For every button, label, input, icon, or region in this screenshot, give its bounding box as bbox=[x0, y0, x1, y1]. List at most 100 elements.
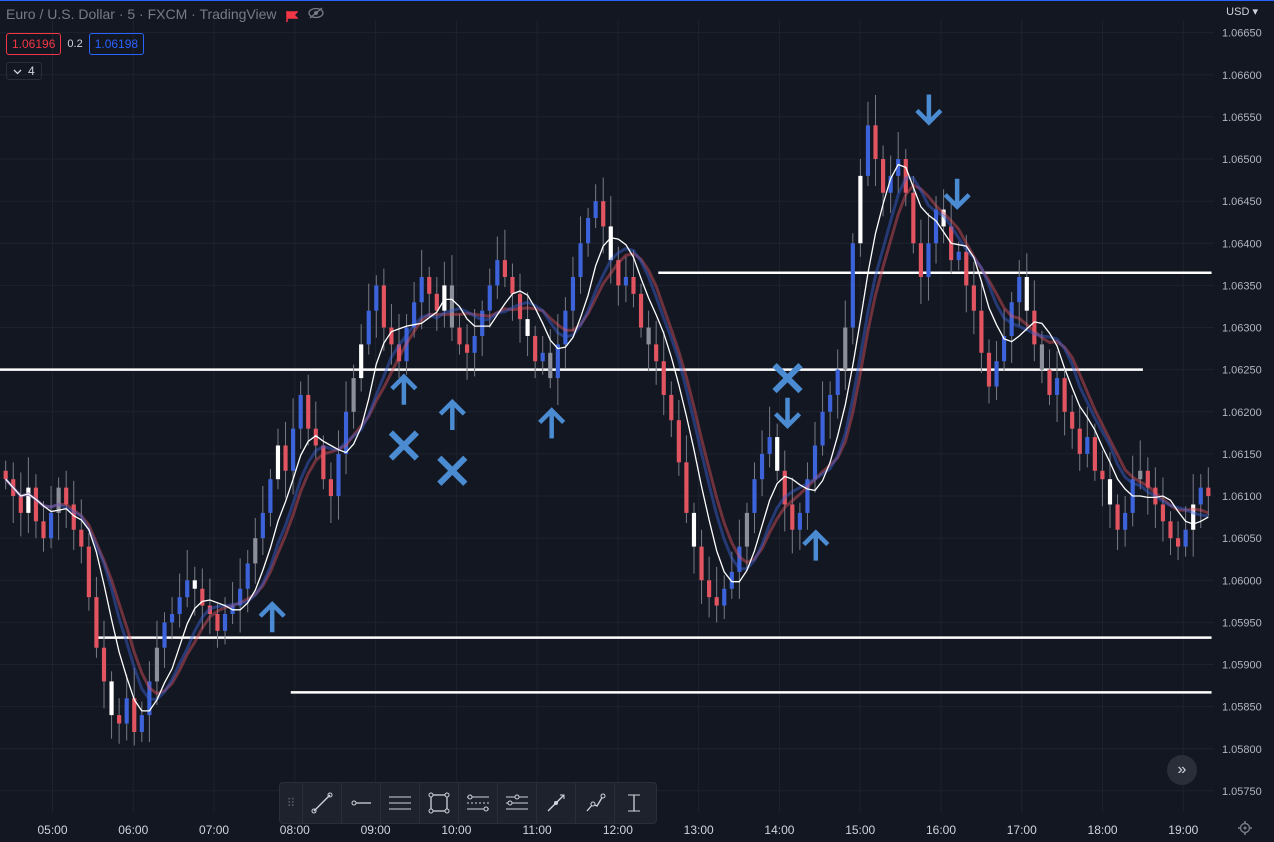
candle-body bbox=[812, 445, 818, 480]
candle-body bbox=[1100, 470, 1105, 480]
candle-body bbox=[86, 546, 91, 598]
measure-icon[interactable] bbox=[614, 783, 653, 823]
horizontal-ray-icon[interactable] bbox=[341, 783, 380, 823]
pitchfork-icon[interactable] bbox=[497, 783, 536, 823]
candle-body bbox=[964, 251, 969, 286]
arrow-down-icon bbox=[915, 94, 943, 126]
candle-body bbox=[880, 159, 886, 193]
candle-body bbox=[154, 647, 160, 682]
time-tick-label: 18:00 bbox=[1088, 823, 1118, 837]
candle-body bbox=[26, 487, 31, 513]
horizontal-levels bbox=[0, 271, 1212, 694]
buy-price-button[interactable]: 1.06198 bbox=[88, 33, 145, 55]
time-tick-label: 16:00 bbox=[926, 823, 956, 837]
candle-body bbox=[601, 201, 606, 227]
candle-body bbox=[631, 276, 636, 294]
candle-body bbox=[502, 260, 507, 277]
candle-body bbox=[752, 479, 757, 513]
scroll-to-realtime-button[interactable]: » bbox=[1167, 755, 1197, 785]
currency-label: USD bbox=[1226, 6, 1250, 18]
candle-body bbox=[1054, 378, 1060, 395]
settings-gear-icon[interactable] bbox=[1238, 821, 1252, 838]
chart-header: Euro / U.S. Dollar · 5 · FXCM · TradingV… bbox=[6, 6, 325, 22]
trend-line-icon[interactable] bbox=[302, 783, 341, 823]
candle-body bbox=[1198, 487, 1203, 505]
price-tick-label: 1.06500 bbox=[1222, 154, 1262, 166]
candle-body bbox=[132, 698, 137, 732]
price-tick-label: 1.06550 bbox=[1222, 112, 1262, 124]
arrow-up-icon bbox=[438, 398, 466, 430]
candle-body bbox=[707, 580, 712, 598]
symbol-title[interactable]: Euro / U.S. Dollar · 5 · FXCM · TradingV… bbox=[6, 6, 276, 22]
candle-body bbox=[691, 512, 697, 547]
price-tick-label: 1.05750 bbox=[1222, 786, 1262, 798]
candle-body bbox=[1206, 487, 1211, 497]
indicators-toggle[interactable]: 4 bbox=[6, 62, 42, 80]
caret-down-icon: ▾ bbox=[1252, 6, 1258, 18]
moving-averages bbox=[4, 163, 1209, 712]
sell-price-button[interactable]: 1.06196 bbox=[6, 33, 62, 55]
candle-body bbox=[911, 192, 916, 244]
candle-body bbox=[850, 243, 855, 328]
rectangle-icon[interactable] bbox=[419, 783, 458, 823]
price-tick-label: 1.05950 bbox=[1222, 617, 1262, 629]
arrow-up-icon bbox=[802, 529, 830, 561]
spread-value: 0.2 bbox=[67, 38, 83, 50]
candle-body bbox=[351, 378, 356, 412]
fib-retracement-icon[interactable] bbox=[458, 783, 497, 823]
price-tick-label: 1.06650 bbox=[1222, 28, 1262, 40]
candle-body bbox=[865, 125, 871, 176]
double-chevron-right-icon: » bbox=[1177, 761, 1187, 778]
candle-body bbox=[381, 285, 386, 328]
currency-selector[interactable]: USD ▾ bbox=[1226, 5, 1258, 18]
price-tick-label: 1.06200 bbox=[1222, 407, 1262, 419]
candle-body bbox=[1085, 437, 1090, 454]
candle-body bbox=[790, 504, 795, 530]
candle-body bbox=[1070, 411, 1075, 429]
brush-icon[interactable] bbox=[536, 783, 575, 823]
candle-body bbox=[48, 512, 54, 539]
candle-body bbox=[442, 285, 447, 311]
candle-body bbox=[495, 260, 500, 286]
parallel-channel-icon[interactable] bbox=[380, 783, 419, 823]
candle-body bbox=[79, 529, 84, 547]
slow-ma-line-2 bbox=[4, 176, 1209, 701]
candle-body bbox=[1183, 529, 1188, 547]
drag-handle-icon[interactable]: ⠿ bbox=[280, 796, 302, 810]
candles bbox=[3, 94, 1211, 746]
price-tick-label: 1.06100 bbox=[1222, 491, 1262, 503]
candle-body bbox=[638, 293, 644, 328]
candle-body bbox=[759, 453, 765, 480]
price-axis[interactable]: 1.05750 1.05800 1.05850 1.05900 1.05950 1.060… bbox=[1222, 28, 1262, 798]
time-tick-label: 17:00 bbox=[1007, 823, 1037, 837]
flag-icon[interactable] bbox=[286, 9, 300, 22]
candle-body bbox=[245, 563, 250, 589]
candle-body bbox=[64, 487, 69, 505]
candle-body bbox=[570, 276, 576, 311]
candle-body bbox=[374, 285, 379, 311]
path-icon[interactable] bbox=[575, 783, 614, 823]
time-tick-label: 19:00 bbox=[1168, 823, 1198, 837]
candle-body bbox=[843, 327, 848, 370]
price-chart[interactable]: 1.05750 1.05800 1.05850 1.05900 1.05950 1.060… bbox=[0, 0, 1274, 842]
price-tick-label: 1.06450 bbox=[1222, 196, 1262, 208]
candle-body bbox=[714, 597, 719, 606]
candle-body bbox=[109, 681, 114, 716]
hide-eye-icon[interactable] bbox=[308, 6, 325, 22]
candle-body bbox=[449, 285, 455, 328]
candle-body bbox=[215, 614, 220, 631]
candle-body bbox=[222, 614, 228, 631]
time-axis[interactable]: 05:00 06:00 07:00 08:00 09:00 10:00 11:00 12:00… bbox=[37, 823, 1198, 837]
candle-body bbox=[389, 327, 394, 345]
candle-body bbox=[775, 437, 780, 471]
bid-ask-panel: 1.06196 0.2 1.06198 bbox=[6, 33, 145, 55]
indicator-count: 4 bbox=[28, 64, 35, 78]
candle-body bbox=[835, 369, 840, 395]
candle-body bbox=[699, 546, 704, 581]
arrow-up-icon bbox=[390, 373, 418, 405]
candle-body bbox=[676, 420, 681, 463]
candle-body bbox=[669, 394, 674, 421]
candle-body bbox=[298, 394, 303, 429]
candle-body bbox=[487, 285, 492, 311]
candle-body bbox=[268, 479, 273, 513]
